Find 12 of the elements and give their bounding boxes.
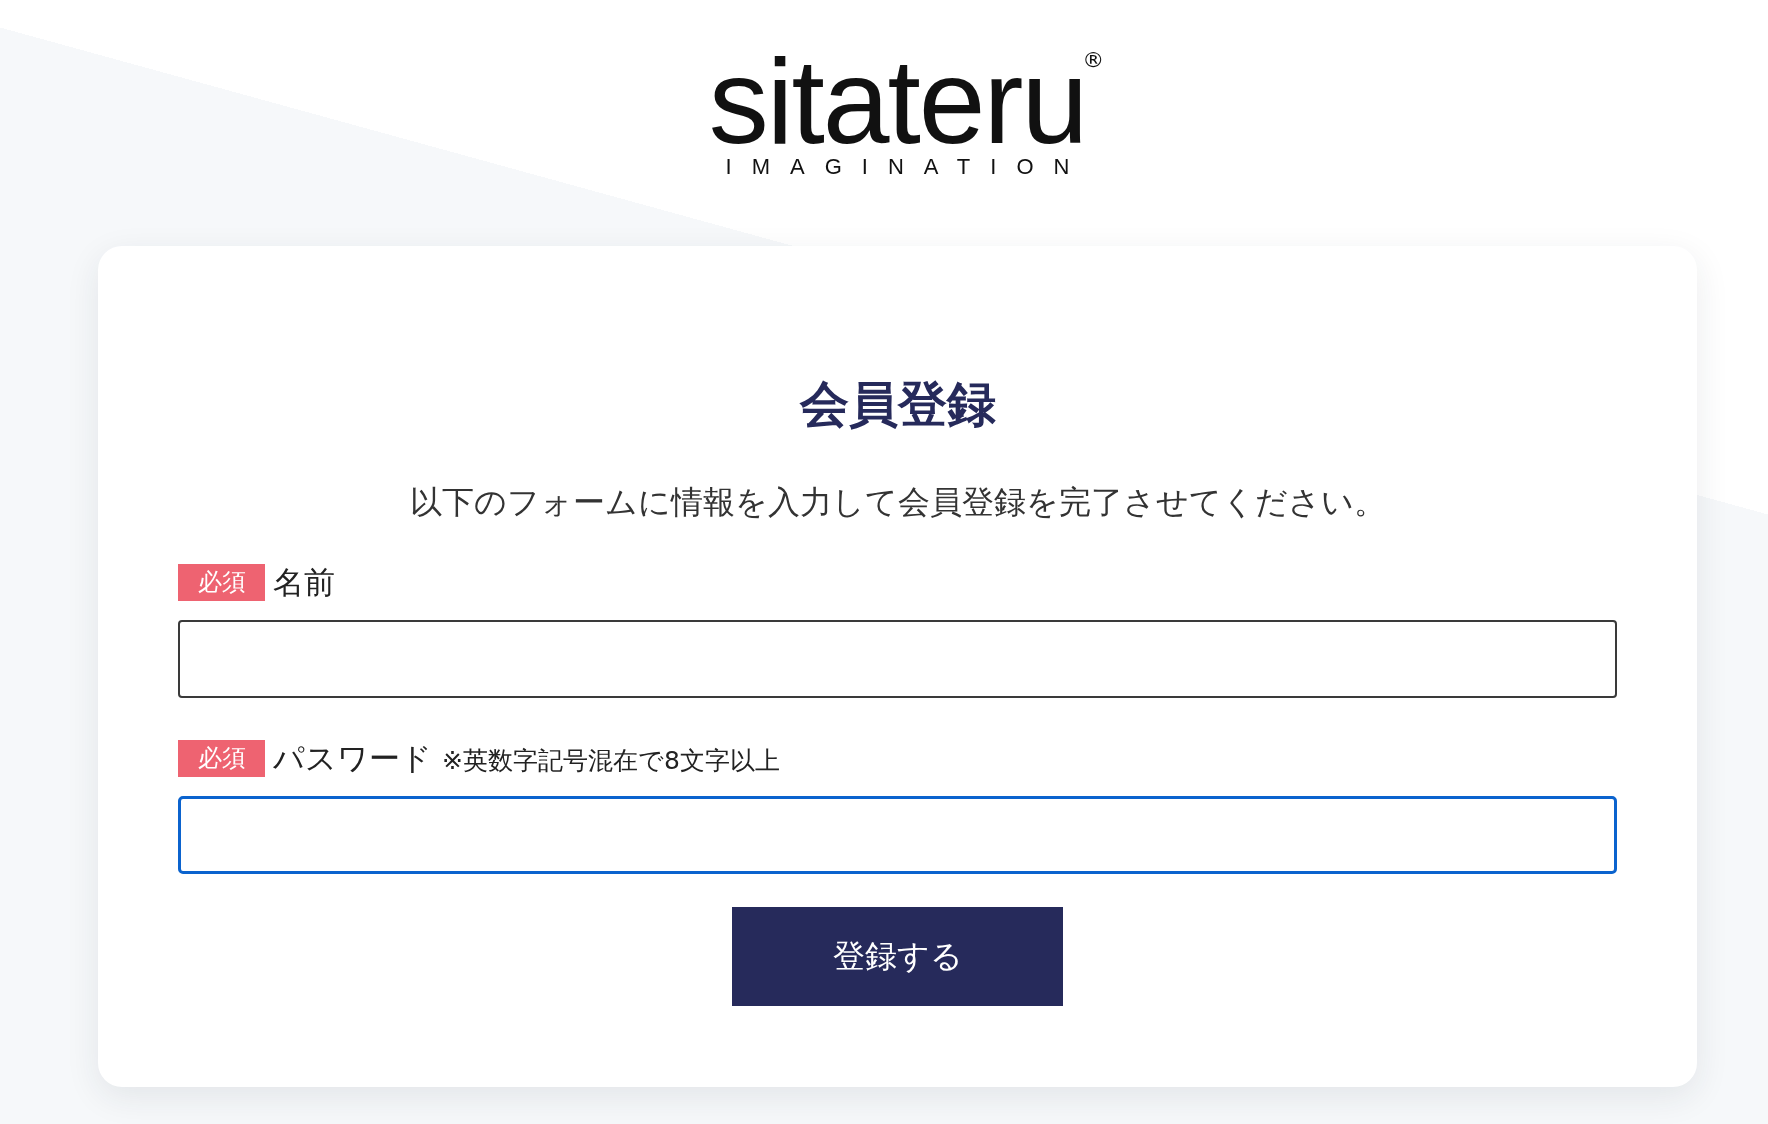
field-note: ※英数字記号混在で8文字以上 (442, 745, 780, 776)
field-label: 名前 (273, 564, 335, 601)
submit-button[interactable]: 登録する (732, 907, 1063, 1006)
input-field[interactable] (178, 620, 1617, 698)
required-tag: 必須 (178, 740, 265, 777)
input-field[interactable] (178, 796, 1617, 874)
form-description: 以下のフォームに情報を入力して会員登録を完了させてください。 (408, 482, 1387, 523)
registered-mark: ® (1082, 49, 1105, 71)
required-tag: 必須 (178, 564, 265, 601)
logo-tagline: IMAGINATION (724, 155, 1090, 179)
field-label: パスワード (273, 740, 432, 777)
form-title: 会員登録 (798, 375, 997, 435)
